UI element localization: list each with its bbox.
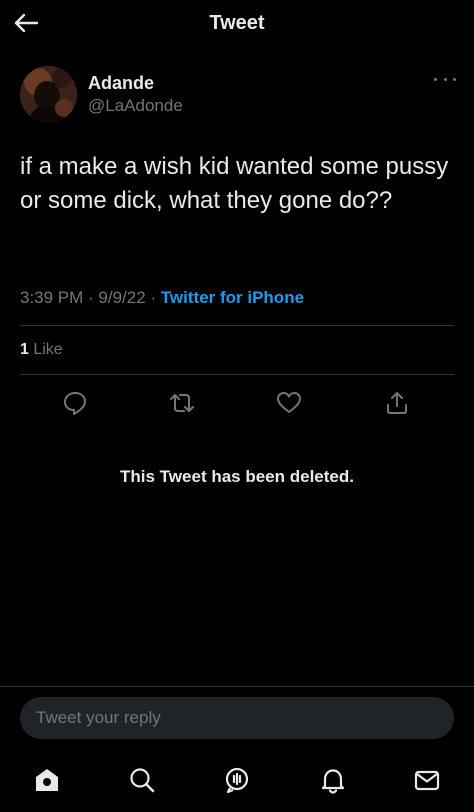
meta-separator: · <box>83 288 99 307</box>
mail-icon <box>414 770 440 791</box>
nav-notifications[interactable] <box>317 764 349 796</box>
more-horizontal-icon <box>453 77 456 81</box>
more-horizontal-icon <box>434 77 437 81</box>
heart-icon <box>277 392 301 413</box>
retweet-icon <box>170 394 194 412</box>
retweet-button[interactable] <box>167 388 197 418</box>
reply-button[interactable] <box>60 388 90 418</box>
reply-icon <box>64 392 86 415</box>
author-name[interactable]: Adande <box>88 73 154 94</box>
top-bar: Tweet <box>0 0 474 46</box>
like-button[interactable] <box>274 388 304 418</box>
tweet-time: 3:39 PM <box>20 288 84 307</box>
divider <box>0 686 474 687</box>
nav-messages[interactable] <box>411 764 443 796</box>
share-icon <box>387 392 407 414</box>
likes-count[interactable]: 1 Like <box>20 341 63 359</box>
divider <box>20 374 454 375</box>
more-horizontal-icon <box>443 77 447 81</box>
search-icon <box>130 768 155 793</box>
author-handle[interactable]: @LaAdonde <box>88 96 183 116</box>
divider <box>20 325 454 326</box>
nav-home[interactable] <box>31 764 63 796</box>
spaces-icon <box>225 767 249 794</box>
like-count-number: 1 <box>20 341 29 358</box>
avatar-image <box>20 66 77 123</box>
share-button[interactable] <box>382 388 412 418</box>
tweet-source-link[interactable]: Twitter for iPhone <box>161 288 304 307</box>
page-title: Tweet <box>209 12 265 34</box>
nav-search[interactable] <box>126 764 158 796</box>
more-options-button[interactable] <box>434 74 456 84</box>
reply-input[interactable] <box>20 697 454 739</box>
avatar[interactable] <box>20 66 77 123</box>
tweet-text: if a make a wish kid wanted some pussy o… <box>20 153 449 214</box>
nav-spaces[interactable] <box>221 764 253 796</box>
like-count-label: Like <box>28 341 63 358</box>
tweet-meta: 3:39 PM · 9/9/22 · Twitter for iPhone <box>20 288 304 308</box>
home-icon <box>36 769 58 791</box>
tweet-author: Adande @LaAdonde <box>20 66 460 124</box>
deleted-tweet-notice: This Tweet has been deleted. <box>120 467 354 486</box>
bell-icon <box>321 769 345 794</box>
meta-separator: · <box>145 288 161 307</box>
tweet-date: 9/9/22 <box>98 288 146 307</box>
